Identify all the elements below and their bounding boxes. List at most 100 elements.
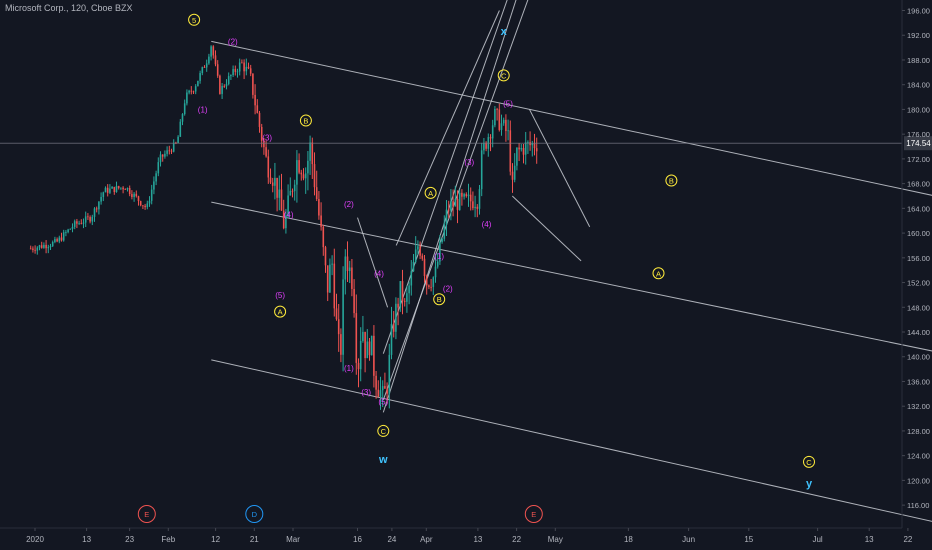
up-candle-body xyxy=(47,247,50,249)
down-candle-body xyxy=(353,288,355,314)
down-candle-body xyxy=(300,172,303,175)
up-candle-body xyxy=(414,249,417,262)
time-axis[interactable]: 2020 13 23 Feb 12 21 Mar 16 24 Apr 13 22 May 18 Jun 15 J… xyxy=(0,527,932,544)
wave-label: (2) xyxy=(344,200,354,209)
up-candle-body xyxy=(236,71,239,73)
up-candle-body xyxy=(463,194,465,197)
down-candle-body xyxy=(254,94,256,106)
down-candle-body xyxy=(113,186,116,193)
up-candle-body xyxy=(467,194,470,197)
time-tick-label: Feb xyxy=(161,535,175,544)
price-axis[interactable]: 116.00 120.00 124.00 128.00 132.00 136.00 140.… xyxy=(901,0,930,528)
down-candle-body xyxy=(403,300,406,302)
trend-line xyxy=(382,0,517,413)
up-candle-body xyxy=(454,198,457,207)
down-candle-body xyxy=(428,285,430,287)
up-candle-body xyxy=(381,386,384,391)
up-candle-body xyxy=(93,208,96,217)
price-tick-label: 152.00 xyxy=(907,279,930,288)
down-candle-body xyxy=(142,205,144,207)
down-candle-body xyxy=(95,208,98,210)
up-candle-body xyxy=(366,341,369,359)
up-candle-body xyxy=(221,86,223,94)
up-candle-body xyxy=(516,147,518,166)
up-candle-body xyxy=(181,114,184,122)
down-candle-body xyxy=(535,148,538,152)
time-tick-label: 22 xyxy=(903,535,912,544)
down-candle-body xyxy=(465,194,468,197)
wave-label: B xyxy=(303,117,308,126)
chart-canvas[interactable]: 174.54 5 (1) (2) (3) B (4) (5) A (2) (4) (1) (3) (5)… xyxy=(0,0,932,550)
price-tick-label: 140.00 xyxy=(907,353,930,362)
up-candle-body xyxy=(238,62,241,72)
down-candle-body xyxy=(423,258,426,277)
down-candle-body xyxy=(243,62,245,72)
down-candle-body xyxy=(397,303,399,308)
wave-label: (3) xyxy=(361,388,371,397)
wave-label: y xyxy=(806,478,813,490)
time-tick-label: 21 xyxy=(250,535,259,544)
up-candle-body xyxy=(78,223,80,224)
up-candle-body xyxy=(155,173,157,182)
price-tick-label: 116.00 xyxy=(907,501,929,510)
up-candle-body xyxy=(399,281,402,308)
down-candle-body xyxy=(421,255,424,259)
down-candle-body xyxy=(234,69,237,72)
down-candle-body xyxy=(291,190,294,192)
up-candle-body xyxy=(146,203,149,208)
down-candle-body xyxy=(326,265,329,293)
up-candle-body xyxy=(342,279,344,355)
price-tick-label: 148.00 xyxy=(907,303,930,312)
stock-chart[interactable]: 174.54 5 (1) (2) (3) B (4) (5) A (2) (4) (1) (3) (5)… xyxy=(0,0,932,550)
wave-label: w xyxy=(378,454,388,466)
wave-label: 5 xyxy=(192,16,196,25)
up-candle-body xyxy=(502,119,505,124)
down-candle-body xyxy=(346,256,349,272)
event-marker: E xyxy=(144,510,149,519)
up-candle-body xyxy=(230,74,232,77)
wave-label: (5) xyxy=(378,397,388,406)
price-tick-label: 132.00 xyxy=(907,402,930,411)
up-candle-body xyxy=(188,90,190,93)
up-candle-body xyxy=(417,246,419,250)
up-candle-body xyxy=(115,186,118,193)
up-candle-body xyxy=(232,69,234,75)
down-candle-body xyxy=(128,188,131,195)
wave-label: A xyxy=(428,189,433,198)
price-tick-label: 168.00 xyxy=(907,180,930,189)
down-candle-body xyxy=(392,323,395,332)
up-candle-body xyxy=(65,232,67,233)
event-markers-layer: EDE xyxy=(137,505,543,523)
up-candle-body xyxy=(390,323,393,355)
down-candle-body xyxy=(456,198,459,210)
price-tick-label: 180.00 xyxy=(907,105,930,114)
up-candle-body xyxy=(507,130,509,132)
down-candle-body xyxy=(496,108,498,110)
down-candle-body xyxy=(87,216,89,218)
down-candle-body xyxy=(368,341,371,356)
price-tick-label: 120.00 xyxy=(907,476,930,485)
up-candle-body xyxy=(164,153,166,157)
up-candle-body xyxy=(309,142,311,161)
wave-labels-layer: 5 (1) (2) (3) B (4) (5) A (2) (4) (1) (3) (5) Cw A (1) (… xyxy=(188,13,815,490)
up-candle-body xyxy=(82,222,85,224)
wave-label: (2) xyxy=(228,37,238,46)
up-candle-body xyxy=(67,229,69,233)
down-candle-body xyxy=(419,246,421,256)
up-candle-body xyxy=(513,165,516,180)
up-candle-body xyxy=(293,184,296,192)
down-candle-body xyxy=(324,247,327,266)
up-candle-body xyxy=(458,192,461,210)
up-candle-body xyxy=(474,206,476,209)
up-candle-body xyxy=(166,150,168,154)
time-tick-label: Apr xyxy=(420,535,433,544)
time-tick-label: Jun xyxy=(682,535,695,544)
down-candle-body xyxy=(489,137,492,139)
up-candle-body xyxy=(100,196,102,202)
up-candle-body xyxy=(412,261,415,272)
price-tick-label: 184.00 xyxy=(907,81,930,90)
up-candle-body xyxy=(153,181,155,190)
up-candle-body xyxy=(102,192,105,197)
wave-label: (2) xyxy=(443,285,453,294)
up-candle-body xyxy=(406,293,408,302)
